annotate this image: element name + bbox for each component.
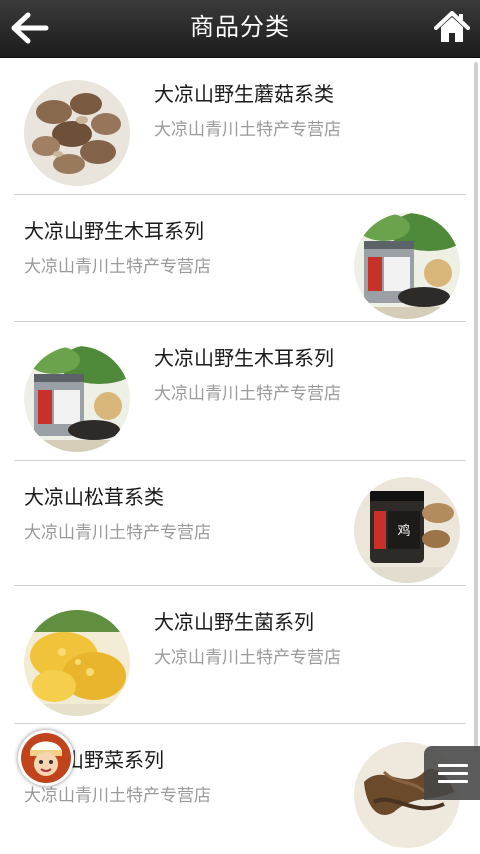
item-shop: 大凉山青川土特产专营店 — [24, 257, 211, 277]
black-fungus-jar-photo — [354, 213, 460, 319]
list-item[interactable]: 大凉山野生蘑菇系类 大凉山青川土特产专营店 — [14, 58, 466, 195]
scrollbar[interactable] — [474, 62, 478, 752]
list-item[interactable]: 大凉山野生菌系列 大凉山青川土特产专营店 — [14, 586, 466, 724]
black-fungus-jar-photo — [24, 346, 130, 452]
item-name: 大凉山松茸系类 — [24, 485, 164, 509]
hamburger-menu-icon[interactable] — [424, 746, 480, 800]
yellow-fungus-photo — [24, 610, 130, 716]
list-item[interactable]: 大凉山野生木耳系列 大凉山青川土特产专营店 — [14, 195, 466, 322]
mushroom-photo — [24, 80, 130, 186]
item-name: 大凉山野生蘑菇系类 — [154, 82, 334, 106]
top-bar: 商品分类 — [0, 0, 480, 58]
item-name: 大凉山野生木耳系列 — [154, 346, 334, 370]
list-item[interactable]: 鸡 大凉山松茸系类 大凉山青川土特产专营店 — [14, 461, 466, 586]
matsutake-jar-photo: 鸡 — [354, 477, 460, 583]
cartoon-chef-avatar-icon[interactable] — [18, 730, 74, 786]
list-item[interactable]: 大凉山野生木耳系列 大凉山青川土特产专营店 — [14, 322, 466, 461]
item-shop: 大凉山青川土特产专营店 — [154, 120, 341, 140]
item-shop: 大凉山青川土特产专营店 — [154, 384, 341, 404]
item-shop: 大凉山青川土特产专营店 — [24, 523, 211, 543]
list-item[interactable]: 大凉山野菜系列 大凉山青川土特产专营店 — [14, 724, 466, 854]
svg-text:鸡: 鸡 — [397, 523, 410, 539]
item-shop: 大凉山青川土特产专营店 — [154, 648, 341, 668]
item-name: 大凉山野生木耳系列 — [24, 219, 204, 243]
item-name: 大凉山野生菌系列 — [154, 610, 314, 634]
page-title: 商品分类 — [190, 13, 290, 41]
home-icon[interactable] — [434, 10, 470, 44]
